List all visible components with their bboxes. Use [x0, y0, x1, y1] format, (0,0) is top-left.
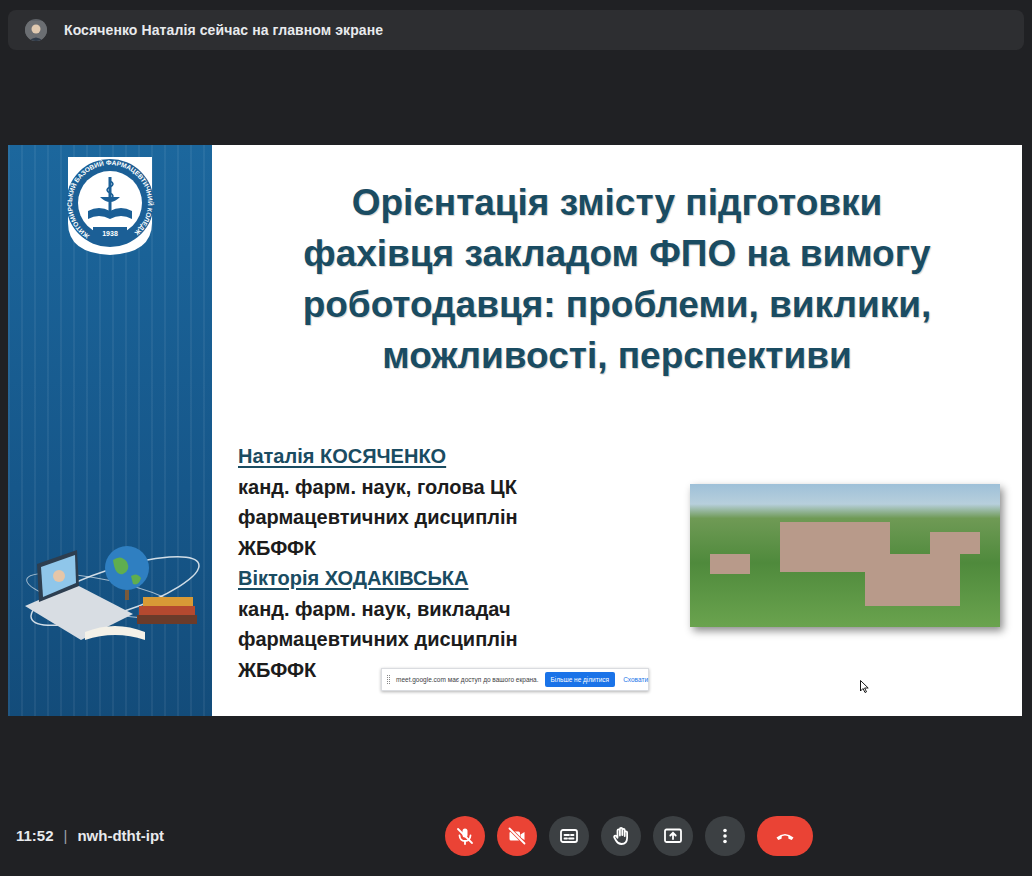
logo-year: 1938 — [102, 230, 118, 237]
slide-content: Орієнтація змісту підготовкифахівця закл… — [212, 145, 1022, 716]
meeting-code: nwh-dtht-ipt — [77, 825, 164, 848]
captions-button[interactable] — [549, 816, 589, 856]
title-line: Орієнтація змісту підготовки — [212, 177, 1022, 228]
education-clipart-icon — [15, 536, 205, 660]
shared-slide: ЖИТОМИРСЬКИЙ БАЗОВИЙ ФАРМАЦЕВТИЧНИЙ КОЛЕ… — [8, 145, 1022, 716]
meeting-info: 11:52 | nwh-dtht-ipt — [16, 825, 445, 848]
slide-sidebar: ЖИТОМИРСЬКИЙ БАЗОВИЙ ФАРМАЦЕВТИЧНИЙ КОЛЕ… — [8, 145, 212, 716]
mic-off-icon — [455, 826, 475, 846]
hang-up-icon — [775, 826, 795, 846]
more-options-icon — [715, 826, 735, 846]
hide-notice-link[interactable]: Сховати — [621, 675, 650, 685]
avatar-icon — [25, 19, 47, 41]
meeting-toolbar: 11:52 | nwh-dtht-ipt — [0, 816, 1032, 876]
captions-icon — [559, 826, 579, 846]
more-button[interactable] — [705, 816, 745, 856]
present-screen-icon — [663, 826, 683, 846]
college-logo: ЖИТОМИРСЬКИЙ БАЗОВИЙ ФАРМАЦЕВТИЧНИЙ КОЛЕ… — [60, 153, 160, 257]
college-logo-icon: ЖИТОМИРСЬКИЙ БАЗОВИЙ ФАРМАЦЕВТИЧНИЙ КОЛЕ… — [60, 153, 160, 257]
photo-building — [930, 532, 980, 554]
camera-off-icon — [507, 826, 527, 846]
title-line: можливості, перспективи — [212, 330, 1022, 381]
meet-window: Косяченко Наталія сейчас на главном экра… — [0, 0, 1032, 876]
notice-text: meet.google.com має доступ до вашого екр… — [396, 675, 539, 685]
leave-call-button[interactable] — [757, 816, 813, 856]
author-detail: канд. фарм. наук, викладач — [238, 594, 518, 625]
raise-hand-icon — [611, 826, 631, 846]
presenting-banner: Косяченко Наталія сейчас на главном экра… — [8, 10, 1024, 50]
raise-hand-button[interactable] — [601, 816, 641, 856]
title-line: фахівця закладом ФПО на вимогу — [212, 228, 1022, 279]
stop-sharing-button[interactable]: Більше не ділитися — [545, 672, 616, 688]
svg-text:ЖИТОМИРСЬКИЙ БАЗОВИЙ ФАРМАЦЕВТ: ЖИТОМИРСЬКИЙ БАЗОВИЙ ФАРМАЦЕВТИЧНИЙ КОЛЕ… — [66, 158, 155, 240]
microphone-button[interactable] — [445, 816, 485, 856]
separator: | — [64, 825, 68, 848]
author-detail: ЖБФФК — [238, 533, 518, 564]
slide-title: Орієнтація змісту підготовкифахівця закл… — [212, 177, 1022, 381]
logo-ring-text: ЖИТОМИРСЬКИЙ БАЗОВИЙ ФАРМАЦЕВТИЧНИЙ КОЛЕ… — [66, 158, 155, 240]
author-name: Наталія КОСЯЧЕНКО — [238, 441, 518, 472]
screen-share-notice: meet.google.com має доступ до вашого екр… — [381, 668, 649, 691]
author-detail: канд. фарм. наук, голова ЦК — [238, 472, 518, 503]
author-detail: фармацевтичних дисциплін — [238, 502, 518, 533]
title-line: роботодавця: проблеми, виклики, — [212, 279, 1022, 330]
photo-building — [865, 554, 960, 606]
mouse-pointer-icon — [860, 680, 869, 693]
campus-photo — [690, 484, 1000, 627]
photo-building — [710, 554, 750, 574]
person-icon — [25, 21, 47, 41]
call-controls — [445, 816, 813, 856]
authors: Наталія КОСЯЧЕНКОканд. фарм. наук, голов… — [238, 441, 518, 685]
slide-lower: Наталія КОСЯЧЕНКОканд. фарм. наук, голов… — [212, 441, 1022, 685]
camera-button[interactable] — [497, 816, 537, 856]
author-name: Вікторія ХОДАКІВСЬКА — [238, 563, 518, 594]
presenter-label: Косяченко Наталія сейчас на главном экра… — [64, 20, 383, 41]
clock: 11:52 — [16, 825, 54, 848]
present-button[interactable] — [653, 816, 693, 856]
author-detail: фармацевтичних дисциплін — [238, 624, 518, 655]
drag-handle-icon[interactable] — [387, 675, 390, 684]
